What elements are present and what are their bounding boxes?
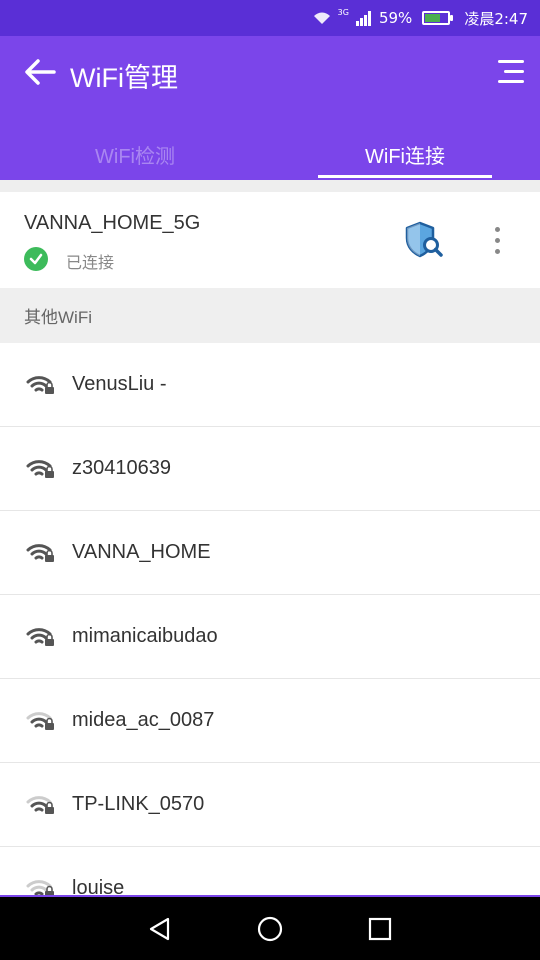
app-header: WiFi管理 WiFi检测 WiFi连接	[0, 36, 540, 180]
wifi-list-item[interactable]: VANNA_HOME	[0, 511, 540, 595]
divider	[0, 180, 540, 192]
connected-network[interactable]: VANNA_HOME_5G 已连接	[0, 192, 540, 288]
section-header-other-wifi: 其他WiFi	[0, 288, 540, 343]
shield-scan-icon[interactable]	[402, 220, 446, 260]
wifi-list: VenusLiu - z30410639 VANNA_HOME mimanica…	[0, 343, 540, 896]
wifi-lock-icon	[26, 375, 54, 394]
more-options-icon[interactable]	[482, 220, 512, 260]
system-nav-bar	[0, 897, 540, 960]
connection-status: 已连接	[66, 253, 115, 272]
wifi-ssid: midea_ac_0087	[72, 709, 215, 731]
wifi-ssid: louise	[72, 877, 125, 896]
wifi-ssid: VANNA_HOME	[72, 541, 211, 563]
wifi-lock-icon	[26, 543, 54, 562]
cell-signal-icon	[355, 11, 371, 26]
tab-wifi-detect[interactable]: WiFi检测	[0, 128, 270, 180]
wifi-lock-icon	[26, 879, 54, 896]
back-arrow-icon[interactable]	[20, 54, 60, 90]
wifi-ssid: VenusLiu -	[72, 373, 167, 395]
tab-bar: WiFi检测 WiFi连接	[0, 128, 540, 180]
wifi-ssid: mimanicaibudao	[72, 625, 218, 647]
wifi-list-item[interactable]: TP-LINK_0570	[0, 763, 540, 847]
wifi-signal-icon	[313, 12, 330, 24]
tab-wifi-connect[interactable]: WiFi连接	[270, 128, 540, 180]
network-type: 3G	[337, 7, 349, 17]
wifi-list-item[interactable]: mimanicaibudao	[0, 595, 540, 679]
wifi-lock-icon	[26, 795, 54, 814]
wifi-list-item[interactable]: louise	[0, 847, 540, 896]
connected-ssid: VANNA_HOME_5G	[24, 212, 201, 234]
wifi-ssid: TP-LINK_0570	[72, 793, 205, 815]
nav-home-icon[interactable]	[256, 915, 284, 943]
nav-back-icon[interactable]	[146, 915, 174, 943]
battery-icon	[422, 11, 454, 25]
menu-icon[interactable]	[492, 56, 524, 88]
wifi-lock-icon	[26, 459, 54, 478]
battery-percent: 59%	[378, 9, 413, 27]
check-circle-icon	[24, 247, 48, 271]
wifi-list-item[interactable]: z30410639	[0, 427, 540, 511]
wifi-ssid: z30410639	[72, 457, 171, 479]
nav-recents-icon[interactable]	[366, 915, 394, 943]
wifi-lock-icon	[26, 711, 54, 730]
wifi-lock-icon	[26, 627, 54, 646]
clock: 凌晨2:47	[464, 9, 528, 28]
wifi-list-item[interactable]: VenusLiu -	[0, 343, 540, 427]
status-bar: 3G 59% 凌晨2:47	[0, 0, 540, 36]
wifi-list-item[interactable]: midea_ac_0087	[0, 679, 540, 763]
page-title: WiFi管理	[70, 63, 178, 93]
